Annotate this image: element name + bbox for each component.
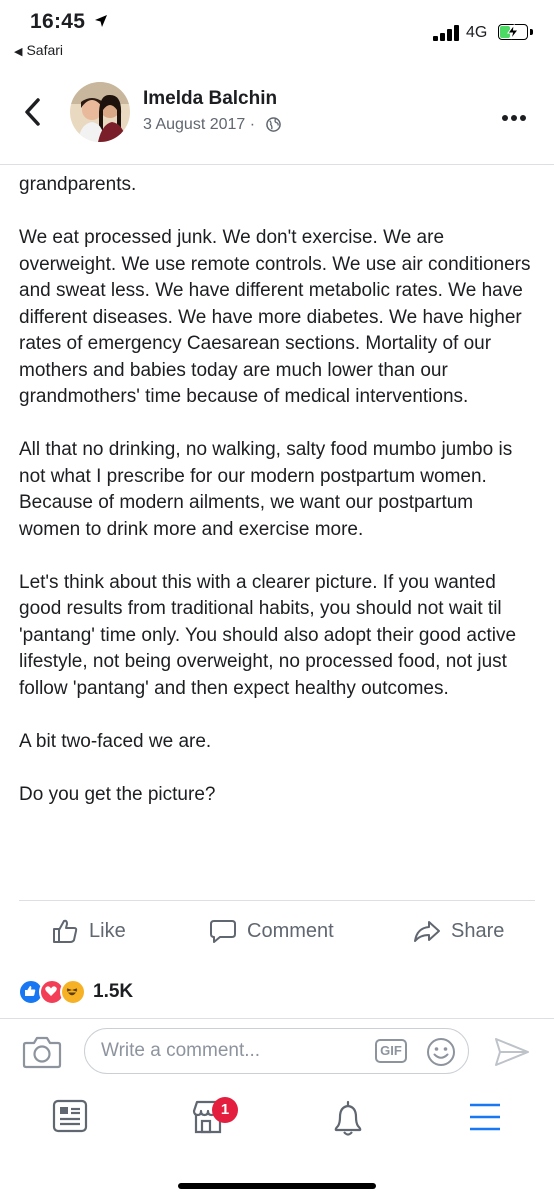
thumbs-up-icon <box>53 919 78 943</box>
comment-button[interactable]: Comment <box>209 917 334 945</box>
post-action-bar: Like Comment Share <box>19 900 535 963</box>
globe-icon <box>265 117 281 133</box>
charging-bolt-icon <box>507 24 520 40</box>
signal-bars-icon <box>433 25 461 41</box>
news-feed-icon[interactable] <box>52 1099 88 1133</box>
reaction-count: 1.5K <box>93 981 134 1002</box>
emoji-icon[interactable] <box>426 1037 456 1067</box>
status-time: 16:45 <box>30 10 86 33</box>
post-date[interactable]: 3 August 2017 <box>143 116 245 133</box>
post-header: Imelda Balchin 3 August 2017 · <box>0 64 554 165</box>
post-body: grandparents. We eat processed junk. We … <box>19 172 539 835</box>
gif-button[interactable]: GIF <box>375 1039 407 1063</box>
comment-label: Comment <box>247 919 334 942</box>
reactions-summary[interactable]: 1.5K <box>18 978 133 1006</box>
comment-bubble-icon <box>210 920 236 943</box>
post-paragraph: All that no drinking, no walking, salty … <box>19 439 513 540</box>
camera-icon[interactable] <box>22 1035 62 1069</box>
post-meta: 3 August 2017 · <box>143 116 281 134</box>
marketplace-badge: 1 <box>212 1097 238 1123</box>
post-paragraph: Let's think about this with a clearer pi… <box>19 571 517 699</box>
send-icon[interactable] <box>494 1037 530 1067</box>
share-label: Share <box>451 919 505 942</box>
back-chevron-icon[interactable] <box>20 94 44 130</box>
meta-separator: · <box>249 116 256 133</box>
comment-input[interactable] <box>101 1040 351 1062</box>
back-app-label: Safari <box>26 42 64 58</box>
haha-reaction-icon <box>60 979 86 1005</box>
network-type: 4G <box>466 24 488 41</box>
status-bar: 16:45 ◀ Safari 4G <box>0 0 554 64</box>
post-paragraph: A bit two-faced we are. <box>19 730 212 752</box>
notifications-icon[interactable] <box>330 1099 366 1137</box>
location-arrow-icon <box>95 15 107 27</box>
back-triangle-icon: ◀ <box>14 46 23 58</box>
back-to-safari[interactable]: ◀ Safari <box>14 42 63 58</box>
comment-field-container: GIF <box>84 1028 469 1074</box>
home-indicator[interactable] <box>178 1183 376 1189</box>
bottom-nav: 1 <box>0 1085 554 1200</box>
like-button[interactable]: Like <box>51 917 126 945</box>
post-paragraph: Do you get the picture? <box>19 783 216 805</box>
share-button[interactable]: Share <box>413 917 504 945</box>
battery-tip <box>530 29 533 35</box>
author-name[interactable]: Imelda Balchin <box>143 88 277 110</box>
like-label: Like <box>89 919 126 942</box>
menu-icon[interactable] <box>469 1103 501 1131</box>
author-avatar[interactable] <box>70 82 130 142</box>
more-options-icon[interactable] <box>502 108 529 126</box>
post-paragraph: We eat processed junk. We don't exercise… <box>19 227 531 407</box>
post-paragraph: grandparents. <box>19 174 137 195</box>
share-arrow-icon <box>414 921 440 942</box>
comment-composer: GIF <box>0 1018 554 1086</box>
